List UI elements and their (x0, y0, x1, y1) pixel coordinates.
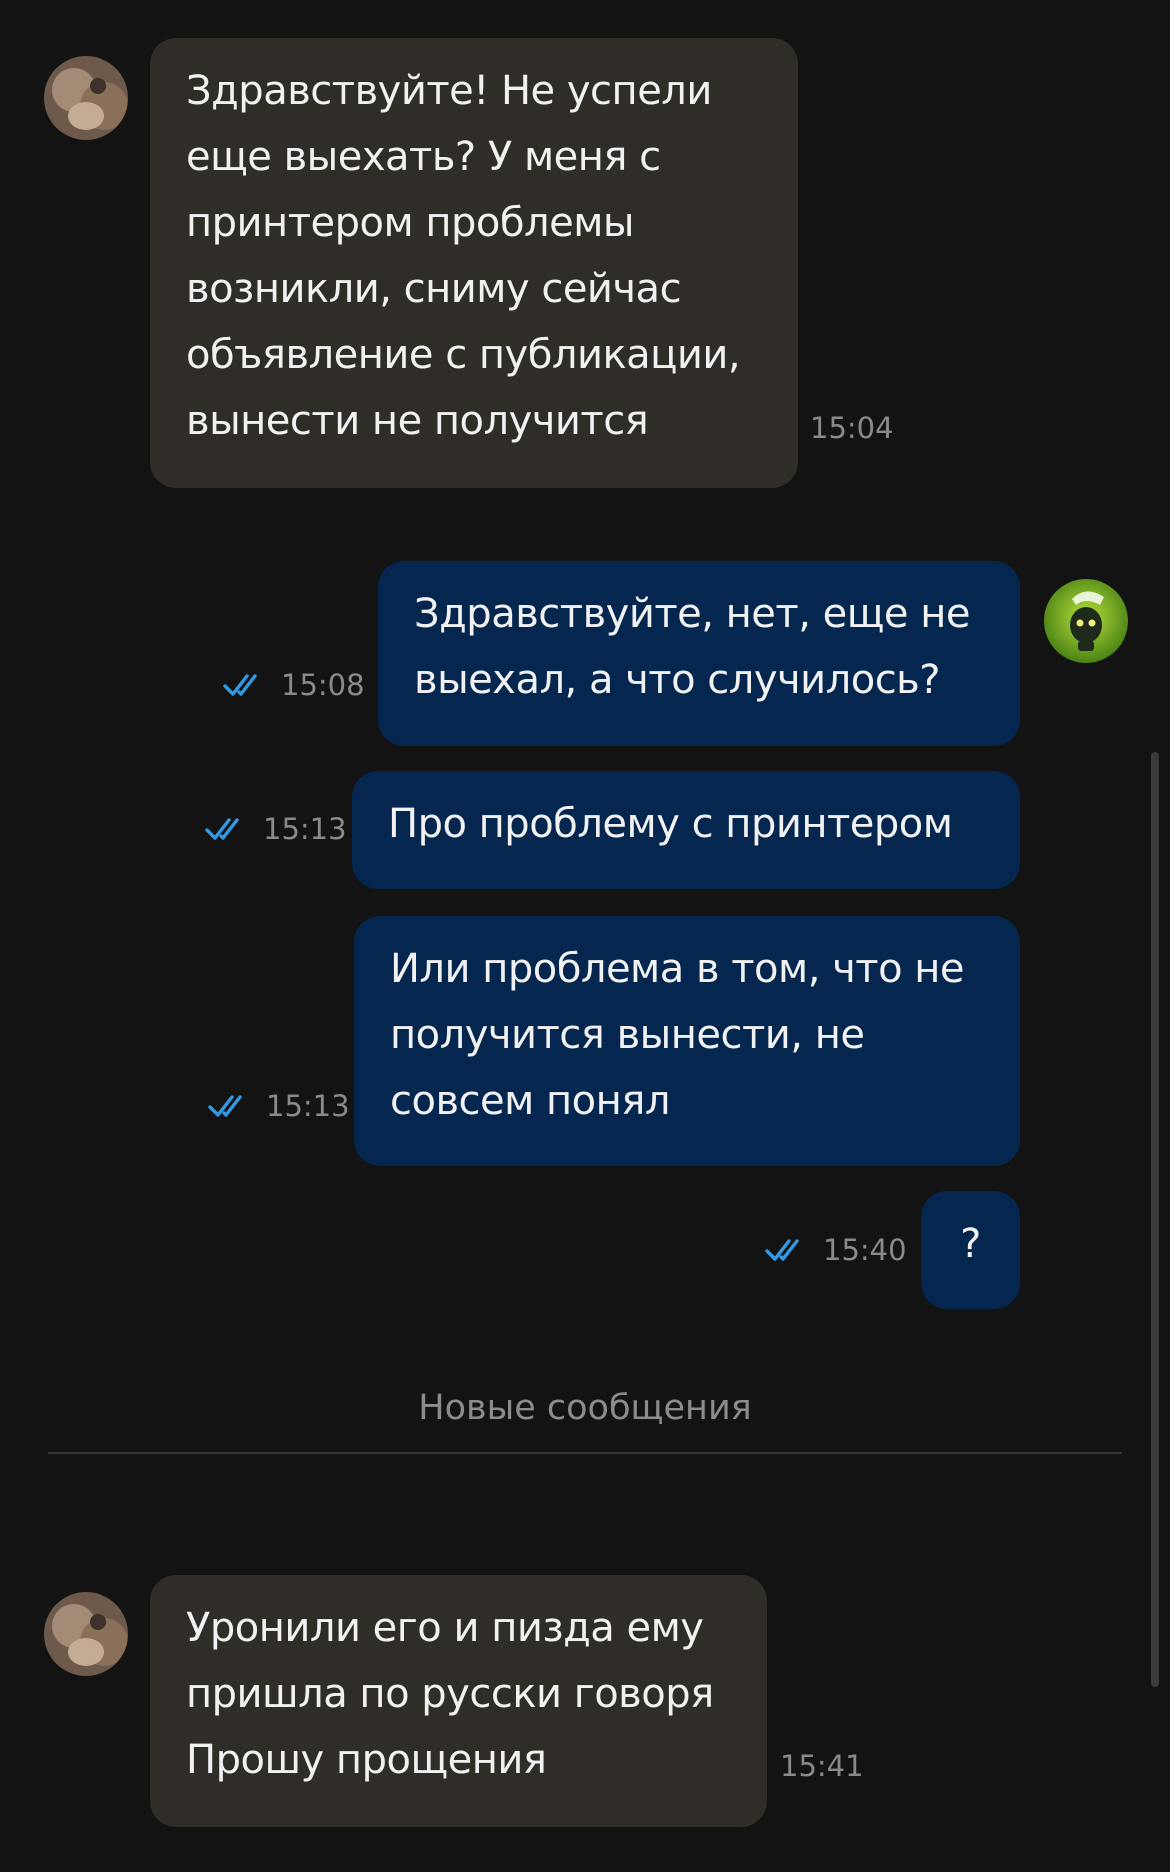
contact-avatar-image (44, 1592, 128, 1676)
message-bubble-outgoing[interactable]: Про проблему с принтером (352, 771, 1020, 889)
contact-avatar[interactable] (44, 1592, 128, 1676)
message-time: 15:40 (823, 1233, 907, 1267)
double-check-icon (205, 818, 239, 840)
message-status: 15:13 (205, 811, 347, 847)
double-check-icon (765, 1239, 799, 1261)
message-bubble-incoming[interactable]: Уронили его и пизда ему пришла по русски… (150, 1575, 767, 1827)
message-bubble-outgoing[interactable]: Или проблема в том, что не получится вын… (354, 916, 1020, 1166)
message-bubble-incoming[interactable]: Здравствуйте! Не успели еще выехать? У м… (150, 38, 798, 488)
message-status: 15:08 (223, 667, 365, 703)
message-time: 15:13 (266, 1089, 350, 1123)
scrollbar[interactable] (1151, 752, 1159, 1687)
message-status: 15:13 (208, 1088, 350, 1124)
message-time: 15:08 (281, 668, 365, 702)
message-time: 15:04 (810, 411, 894, 445)
message-bubble-outgoing[interactable]: ? (921, 1191, 1020, 1309)
message-status: 15:40 (765, 1232, 907, 1268)
message-time: 15:13 (263, 812, 347, 846)
message-time: 15:41 (780, 1749, 864, 1783)
new-messages-label: Новые сообщения (418, 1388, 752, 1428)
double-check-icon (223, 674, 257, 696)
user-avatar[interactable] (1044, 579, 1128, 663)
contact-avatar[interactable] (44, 56, 128, 140)
message-bubble-outgoing[interactable]: Здравствуйте, нет, еще не выехал, а что … (378, 561, 1020, 746)
double-check-icon (208, 1095, 242, 1117)
user-avatar-image (1044, 579, 1128, 663)
contact-avatar-image (44, 56, 128, 140)
new-messages-divider (48, 1452, 1122, 1454)
